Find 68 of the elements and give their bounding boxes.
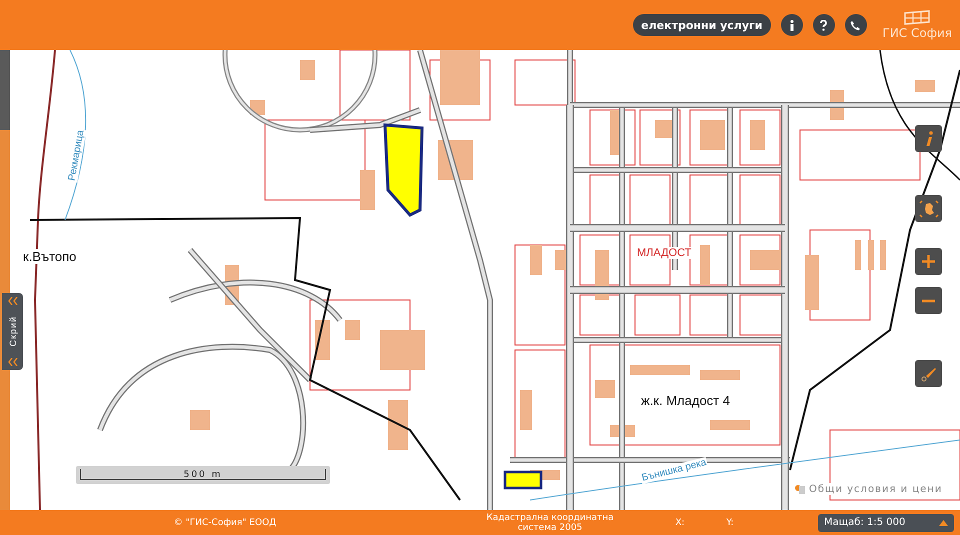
building-footprint	[380, 330, 425, 370]
logo-icon	[903, 10, 932, 26]
x-coordinate-label: X:	[674, 518, 686, 528]
info-button[interactable]	[780, 14, 802, 36]
help-icon	[820, 20, 827, 30]
logo-text: ГИС София	[882, 26, 952, 40]
draw-tool-button[interactable]	[915, 360, 942, 387]
building-footprint	[630, 365, 690, 375]
building-footprint	[595, 380, 615, 398]
building-footprint	[530, 245, 542, 275]
parcel-outline	[590, 174, 620, 226]
building-footprint	[520, 390, 532, 430]
info-icon	[924, 130, 932, 146]
parcel-outline	[514, 60, 576, 106]
building-footprint	[750, 120, 765, 150]
building-footprint	[190, 410, 210, 430]
parcel-outline	[740, 234, 780, 286]
building-footprint	[700, 245, 710, 285]
parcel-outline	[740, 110, 780, 166]
zoom-in-button[interactable]	[915, 248, 942, 275]
place-label: ж.к. Младост 4	[640, 393, 731, 408]
document-icon	[794, 483, 806, 495]
building-footprint	[855, 240, 861, 270]
building-footprint	[868, 240, 874, 270]
chevrons-icon	[8, 297, 18, 305]
help-button[interactable]	[812, 14, 834, 36]
scale-selector[interactable]: Мащаб: 1:5 000	[818, 514, 954, 532]
scale-text: Мащаб: 1:5 000	[824, 517, 906, 528]
highlighted-parcel[interactable]	[383, 123, 424, 217]
parcel-outline	[630, 174, 670, 226]
building-footprint	[915, 80, 935, 92]
place-label: к.Вътопо	[22, 249, 78, 264]
e-services-button[interactable]: електронни услуги	[633, 14, 770, 36]
building-footprint	[700, 370, 740, 380]
building-footprint	[388, 400, 408, 450]
building-footprint	[440, 50, 480, 105]
building-footprint	[710, 420, 750, 430]
pencil-icon	[920, 366, 936, 382]
y-coordinate-label: Y:	[725, 518, 735, 528]
building-footprint	[360, 170, 375, 210]
zoom-out-icon	[921, 298, 936, 302]
copyright-text: © "ГИС-София" ЕООД	[172, 518, 278, 528]
building-footprint	[300, 60, 315, 80]
chevrons-icon	[8, 358, 18, 366]
phone-icon	[850, 20, 861, 30]
parcel-outline	[590, 110, 636, 166]
parcel-outline	[340, 50, 410, 120]
parcel-outline	[634, 294, 680, 336]
map-extent-icon	[918, 198, 938, 218]
zoom-in-icon	[921, 254, 936, 269]
building-footprint	[345, 320, 360, 340]
zoom-out-button[interactable]	[915, 287, 942, 314]
coordinate-system-text: Кадастрална координатна система 2005	[485, 512, 615, 532]
triangle-up-icon	[939, 520, 948, 526]
full-extent-button[interactable]	[915, 195, 942, 222]
hide-panel-toggle[interactable]: Скрий	[2, 293, 23, 370]
parcel-outline	[640, 110, 680, 166]
info-icon	[790, 20, 794, 30]
district-label: МЛАДОСТ	[636, 247, 692, 259]
building-footprint	[880, 240, 886, 270]
scale-bar: 500 m	[76, 466, 330, 484]
building-footprint	[700, 120, 725, 150]
river-label: Рекмарица	[66, 128, 87, 183]
parcel-outline	[740, 174, 780, 226]
building-footprint	[805, 255, 819, 310]
highlighted-parcel[interactable]	[504, 470, 542, 490]
phone-button[interactable]	[844, 14, 866, 36]
info-tool-button[interactable]	[915, 125, 942, 152]
